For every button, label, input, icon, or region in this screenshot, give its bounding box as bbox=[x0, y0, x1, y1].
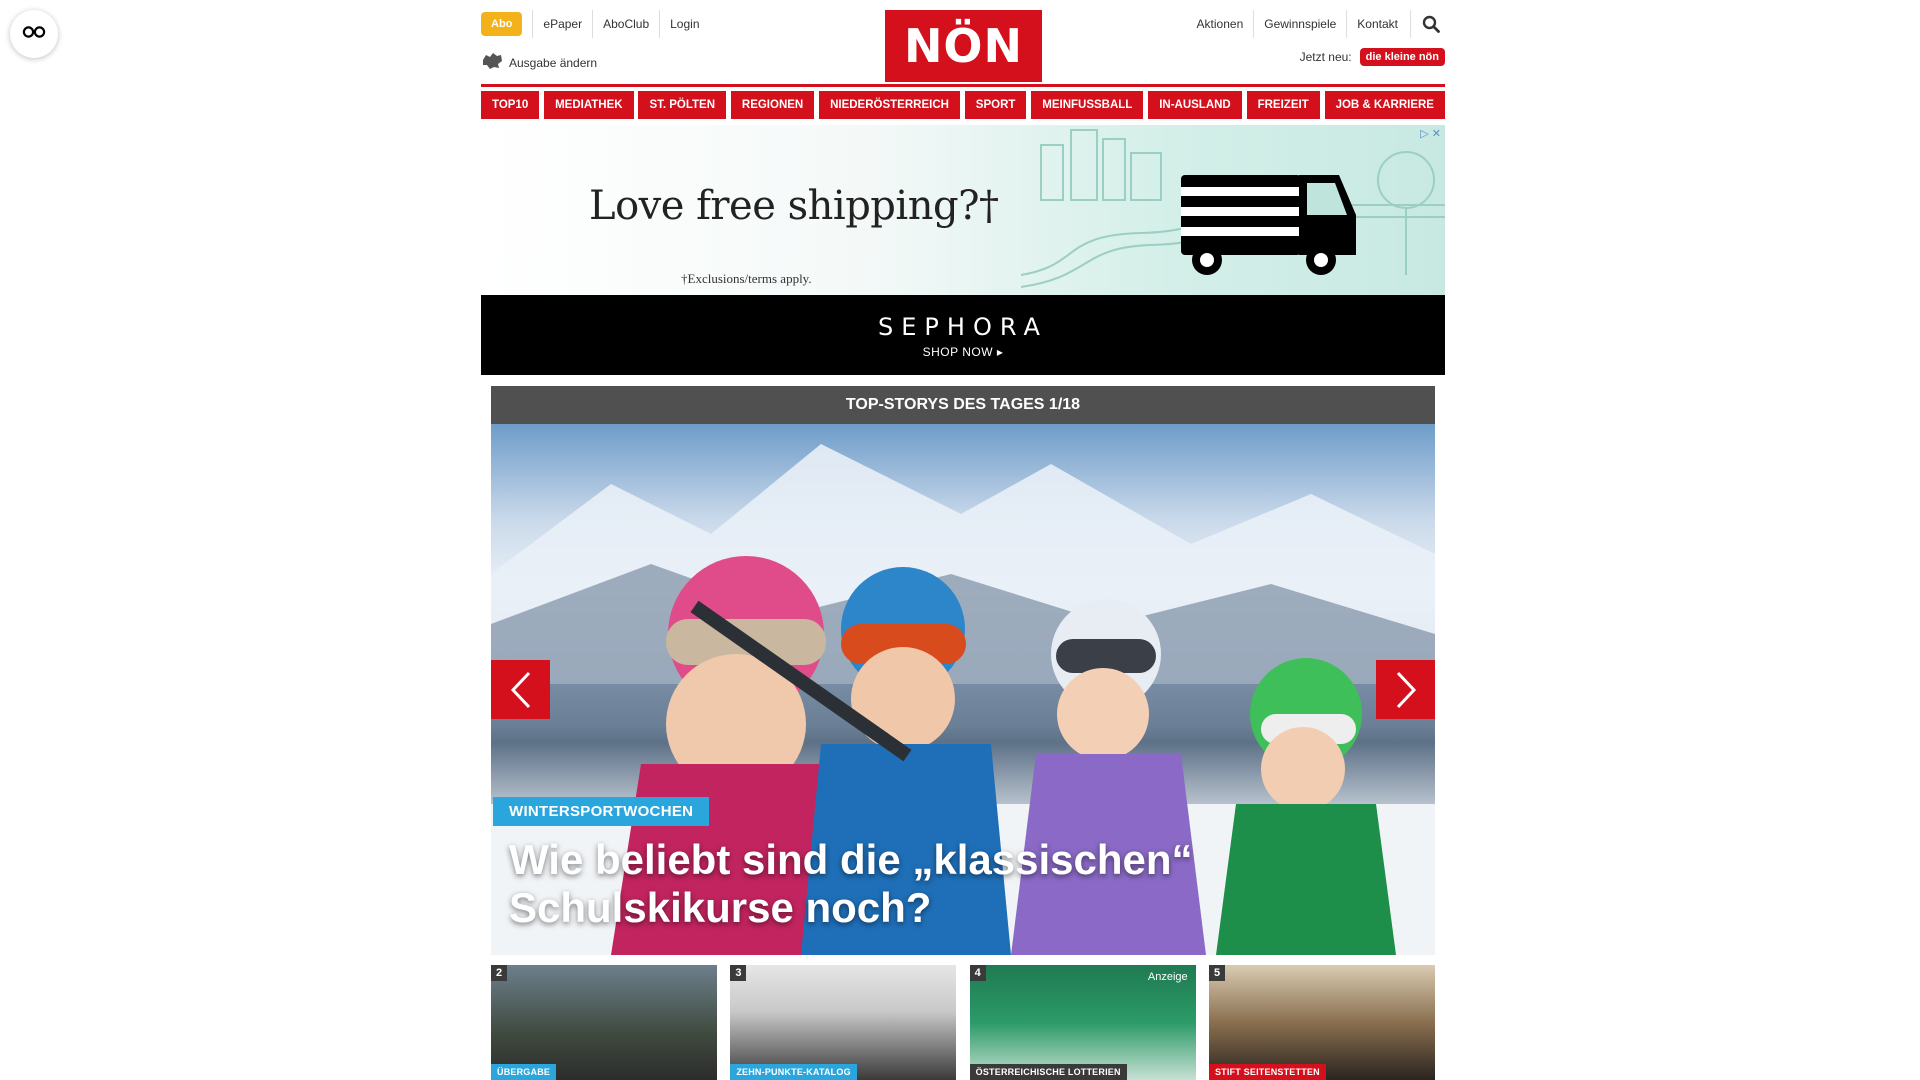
story-thumbnail[interactable]: 4 Anzeige ÖSTERREICHISCHE LOTTERIEN bbox=[969, 965, 1196, 1080]
search-icon[interactable] bbox=[1410, 10, 1445, 38]
story-number: 3 bbox=[730, 965, 747, 981]
aktionen-link[interactable]: Aktionen bbox=[1187, 10, 1254, 38]
delivery-truck-illustration bbox=[1021, 129, 1445, 288]
jetzt-neu: Jetzt neu: die kleine nön bbox=[1300, 48, 1445, 66]
main-nav: TOP10 MEDIATHEK ST. PÖLTEN REGIONEN NIED… bbox=[481, 91, 1445, 119]
header: Abo ePaper AboClub Login Ausgabe ändern … bbox=[481, 0, 1445, 84]
ad-terms: †Exclusions/terms apply. bbox=[681, 271, 812, 286]
hero-category-tag[interactable]: WINTERSPORTWOCHEN bbox=[493, 797, 710, 826]
login-link[interactable]: Login bbox=[659, 10, 709, 38]
nav-item-meinfussball[interactable]: MEINFUSSBALL bbox=[1031, 91, 1144, 119]
story-number: 4 bbox=[969, 965, 986, 981]
kontakt-link[interactable]: Kontakt bbox=[1346, 10, 1408, 38]
ausgabe-label: Ausgabe ändern bbox=[509, 55, 598, 70]
story-thumbnail[interactable]: 3 ZEHN-PUNKTE-KATALOG bbox=[730, 965, 957, 1080]
nav-item-st-poelten[interactable]: ST. PÖLTEN bbox=[638, 91, 727, 119]
region-map-icon bbox=[481, 52, 503, 73]
accessibility-toggle-button[interactable] bbox=[10, 10, 58, 58]
chevron-left-icon bbox=[510, 671, 530, 708]
nav-item-sport[interactable]: SPORT bbox=[964, 91, 1027, 119]
aboclub-link[interactable]: AboClub bbox=[592, 10, 659, 38]
story-thumbnails: 2 ÜBERGABE 3 ZEHN-PUNKTE-KATALOG 4 Anzei… bbox=[491, 965, 1435, 1080]
story-tag: ZEHN-PUNKTE-KATALOG bbox=[730, 1064, 857, 1080]
anzeige-label: Anzeige bbox=[1147, 971, 1188, 983]
story-thumbnail[interactable]: 5 STIFT SEITENSTETTEN bbox=[1208, 965, 1435, 1080]
chevron-right-icon bbox=[1396, 671, 1416, 708]
top-stories-carousel: TOP-STORYS DES TAGES 1/18 WINTERSPORTWOC… bbox=[491, 386, 1435, 955]
story-thumbnail[interactable]: 2 ÜBERGABE bbox=[491, 965, 717, 1080]
sephora-logo: SEPHORA bbox=[878, 313, 1048, 341]
hero-story[interactable]: WINTERSPORTWOCHEN Wie beliebt sind die „… bbox=[491, 424, 1435, 955]
ausgabe-aendern-link[interactable]: Ausgabe ändern bbox=[481, 52, 597, 73]
nav-item-in-ausland[interactable]: IN-AUSLAND bbox=[1148, 91, 1242, 119]
carousel-prev-button[interactable] bbox=[491, 660, 550, 719]
noen-logo[interactable]: NÖN bbox=[885, 10, 1042, 82]
shop-now-link[interactable]: SHOP NOW ▸ bbox=[481, 345, 1445, 359]
carousel-next-button[interactable] bbox=[1376, 660, 1435, 719]
jetzt-neu-label: Jetzt neu: bbox=[1299, 50, 1352, 64]
story-tag: STIFT SEITENSTETTEN bbox=[1208, 1064, 1326, 1080]
epaper-link[interactable]: ePaper bbox=[532, 10, 592, 38]
nav-item-mediathek[interactable]: MEDIATHEK bbox=[544, 91, 634, 119]
story-tag: ÜBERGABE bbox=[491, 1064, 557, 1080]
gewinnspiele-link[interactable]: Gewinnspiele bbox=[1253, 10, 1346, 38]
nav-divider bbox=[481, 84, 1445, 87]
advertisement-banner[interactable]: Love free shipping?† †Exclusions/terms a… bbox=[481, 125, 1445, 375]
ad-headline: Love free shipping?† bbox=[589, 183, 999, 229]
ad-close-icon[interactable]: ▷ ✕ bbox=[1420, 127, 1441, 140]
hero-headline[interactable]: Wie beliebt sind die „klassischen“ Schul… bbox=[509, 836, 1369, 932]
story-tag: ÖSTERREICHISCHE LOTTERIEN bbox=[969, 1064, 1127, 1080]
glasses-icon bbox=[22, 25, 46, 44]
nav-item-top10[interactable]: TOP10 bbox=[481, 91, 540, 119]
header-right-links: Aktionen Gewinnspiele Kontakt bbox=[1187, 10, 1445, 38]
ad-visual: Love free shipping?† †Exclusions/terms a… bbox=[481, 125, 1445, 295]
nav-item-niederoesterreich[interactable]: NIEDERÖSTERREICH bbox=[819, 91, 960, 119]
ad-brand-bar[interactable]: SEPHORA SHOP NOW ▸ bbox=[481, 295, 1445, 375]
header-left-links: Abo ePaper AboClub Login bbox=[481, 10, 710, 38]
story-number: 2 bbox=[491, 965, 508, 981]
nav-item-freizeit[interactable]: FREIZEIT bbox=[1246, 91, 1320, 119]
story-number: 5 bbox=[1208, 965, 1226, 981]
page-container: Abo ePaper AboClub Login Ausgabe ändern … bbox=[481, 0, 1445, 1080]
nav-item-job-karriere[interactable]: JOB & KARRIERE bbox=[1324, 91, 1445, 119]
abo-button[interactable]: Abo bbox=[481, 12, 523, 36]
carousel-heading: TOP-STORYS DES TAGES 1/18 bbox=[491, 386, 1435, 424]
die-kleine-noen-logo[interactable]: die kleine nön bbox=[1359, 48, 1445, 66]
nav-item-regionen[interactable]: REGIONEN bbox=[730, 91, 815, 119]
